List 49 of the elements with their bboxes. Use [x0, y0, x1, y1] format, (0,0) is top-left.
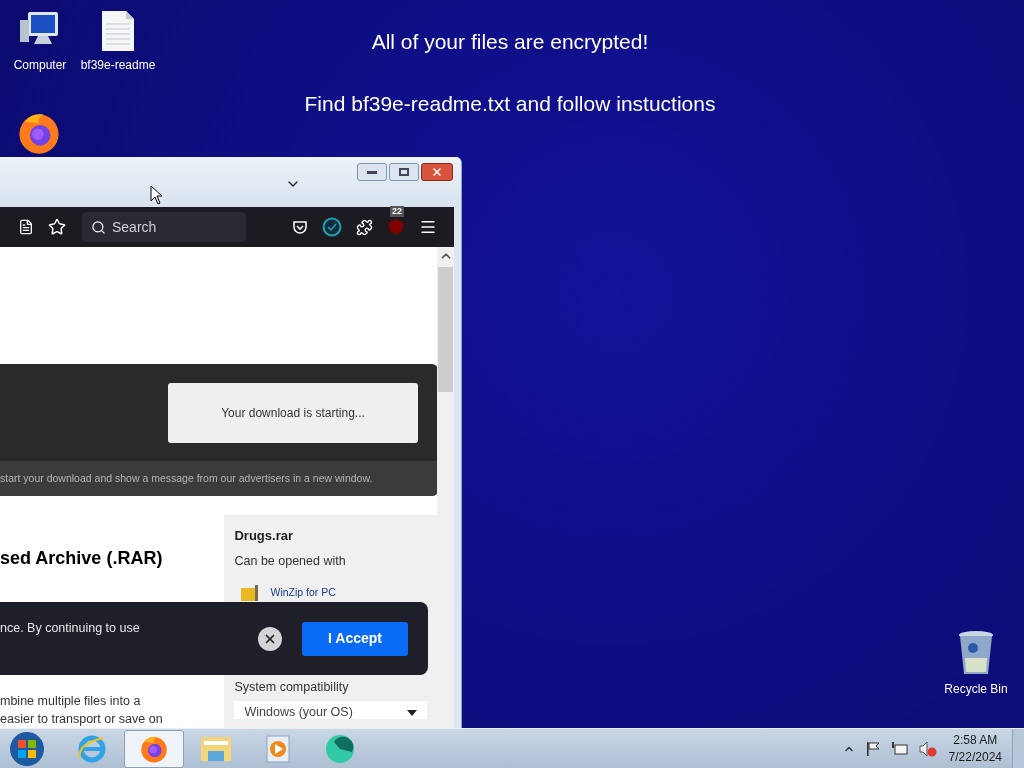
ransom-instruction: Find bf39e-readme.txt and follow instuctions: [304, 90, 716, 117]
document-icon: [100, 10, 136, 52]
desktop-icon-label[interactable]: Computer: [13, 56, 67, 74]
body-text: easier to transport or save on: [0, 711, 164, 728]
clock-date[interactable]: 7/22/2024: [948, 748, 1002, 766]
taskbar-app[interactable]: [124, 729, 184, 768]
flag-icon[interactable]: [864, 740, 881, 757]
extensions-icon[interactable]: [356, 218, 373, 236]
check-circle-icon[interactable]: [322, 217, 342, 237]
download-status: Your download is starting...: [221, 404, 365, 422]
clock-time[interactable]: 2:58 AM: [953, 731, 998, 749]
ransom-title: All of your files are encrypted!: [371, 29, 649, 55]
scrollbar[interactable]: [437, 247, 454, 728]
speaker-icon[interactable]: [918, 740, 937, 757]
opened-with-label: Can be opened with: [234, 552, 347, 570]
scroll-thumb[interactable]: [438, 267, 453, 392]
cookie-text: nce. By continuing to use: [0, 620, 140, 638]
search-icon: [91, 220, 106, 235]
recycle-bin-icon: [957, 630, 995, 676]
bookmark-star-icon[interactable]: [48, 218, 66, 236]
dismiss-button[interactable]: [258, 626, 282, 651]
internet-explorer-icon: [77, 733, 107, 764]
compatibility-label: System compatibility: [234, 679, 350, 697]
desktop-icon-label[interactable]: Recycle Bin: [944, 680, 1008, 698]
network-icon[interactable]: [890, 740, 909, 757]
minimize-button[interactable]: [357, 163, 387, 181]
accept-button[interactable]: I Accept: [302, 621, 408, 656]
folder-icon: [200, 734, 232, 763]
file-name: Drugs.rar: [234, 527, 294, 545]
extension-badge: 22: [390, 206, 404, 217]
close-icon: [431, 166, 443, 178]
archive-app-icon: [240, 584, 261, 603]
body-text: mbine multiple files into a: [0, 693, 142, 710]
dropdown-arrow-icon: [407, 710, 418, 716]
maximize-button[interactable]: [389, 163, 419, 181]
app-link[interactable]: WinZip for PC: [270, 585, 336, 602]
media-player-icon: [265, 734, 291, 763]
os-select[interactable]: Windows (your OS): [234, 701, 428, 719]
search-field[interactable]: Search: [82, 212, 246, 242]
reader-view-icon[interactable]: [18, 219, 34, 235]
pocket-icon[interactable]: [292, 219, 308, 235]
download-note: start your download and show a message from our advertisers in a new window.: [0, 470, 373, 486]
start-orb-icon: [9, 730, 45, 767]
mouse-cursor-icon: [150, 185, 163, 205]
page-heading: sed Archive (.RAR): [0, 547, 164, 570]
desktop-icon-label[interactable]: bf39e-readme: [80, 56, 156, 74]
menu-icon[interactable]: [419, 218, 437, 236]
app-icon: [324, 733, 356, 764]
close-button[interactable]: [421, 163, 453, 181]
